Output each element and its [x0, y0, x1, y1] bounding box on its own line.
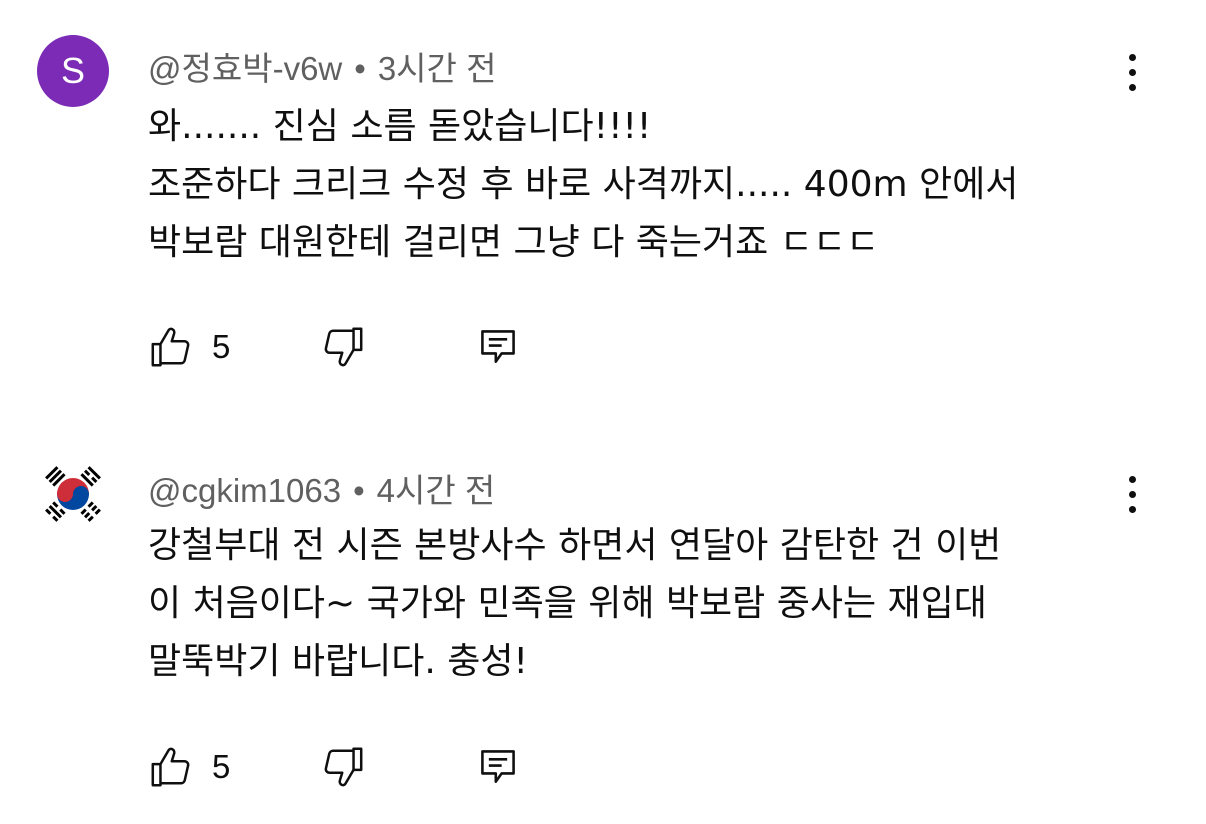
comment-line: 이 처음이다~ 국가와 민족을 위해 박보람 중사는 재입대 [148, 583, 987, 624]
thumbs-down-icon [324, 747, 363, 787]
like-count: 5 [212, 328, 231, 365]
reply-button[interactable] [476, 742, 520, 792]
comment-text: 와....... 진심 소름 돋았습니다!!!! 조준하다 크리크 수정 후 바… [148, 98, 1158, 272]
korean-flag-icon [45, 466, 101, 522]
thumbs-down-icon [324, 327, 363, 367]
comment-line: 말뚝박기 바랍니다. 충성! [148, 641, 528, 682]
comment-time[interactable]: 4시간 전 [377, 472, 496, 509]
dislike-button[interactable] [320, 322, 366, 372]
comment-time[interactable]: 3시간 전 [378, 50, 497, 87]
like-count: 5 [212, 748, 231, 785]
comment-text: 강철부대 전 시즌 본방사수 하면서 연달아 감탄한 건 이번 이 처음이다~ … [148, 517, 1158, 691]
comment-line: 와....... 진심 소름 돋았습니다!!!! [148, 106, 652, 147]
avatar-letter: S [60, 50, 85, 91]
reply-icon [481, 330, 515, 363]
avatar[interactable] [37, 458, 109, 530]
author-name[interactable]: @cgkim1063 [148, 472, 341, 509]
reply-icon [481, 750, 515, 783]
meta-separator: • [354, 50, 366, 87]
comment-header: @정효박-v6w • 3시간 전 [148, 42, 496, 90]
avatar[interactable]: S [37, 35, 109, 107]
more-options-icon[interactable] [1110, 470, 1154, 518]
like-button[interactable]: 5 [148, 742, 230, 792]
like-button[interactable]: 5 [148, 322, 230, 372]
dislike-button[interactable] [320, 742, 366, 792]
meta-separator: • [353, 472, 365, 509]
reply-button[interactable] [476, 322, 520, 372]
comment-line: 박보람 대원한테 걸리면 그냥 다 죽는거죠 ㄷㄷㄷ [148, 222, 880, 263]
author-name[interactable]: @정효박-v6w [148, 50, 342, 87]
comment-line: 조준하다 크리크 수정 후 바로 사격까지..... 400m 안에서 [148, 164, 1019, 205]
thumbs-up-icon [151, 327, 190, 367]
comment-header: @cgkim1063 • 4시간 전 [148, 464, 495, 512]
comment-line: 강철부대 전 시즌 본방사수 하면서 연달아 감탄한 건 이번 [148, 525, 1002, 566]
more-options-icon[interactable] [1110, 48, 1154, 96]
thumbs-up-icon [151, 747, 190, 787]
